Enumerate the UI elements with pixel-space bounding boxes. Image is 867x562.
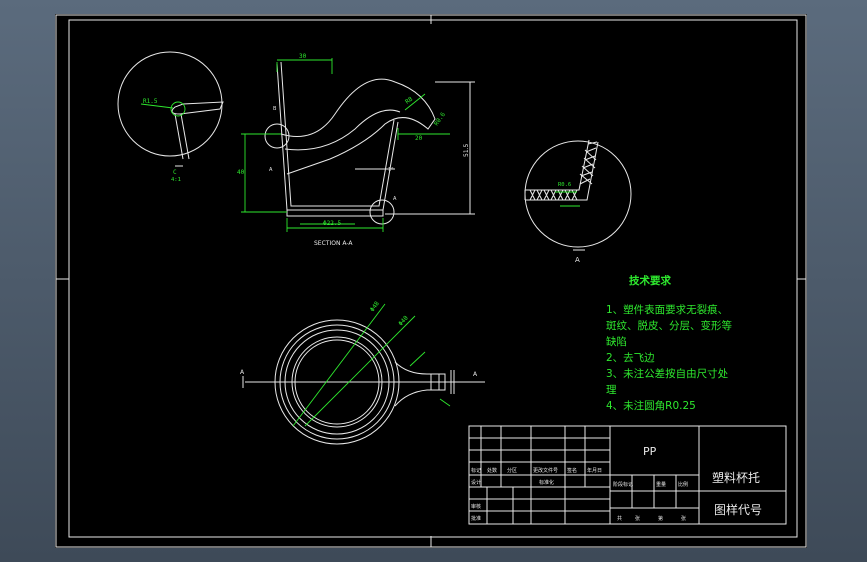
tb-label-design: 设计 xyxy=(471,479,481,486)
dim-top-width: 30 xyxy=(299,53,307,60)
tb-label-scale: 比例 xyxy=(678,481,688,488)
dim-handle-len: 20 xyxy=(415,135,423,142)
technical-requirements: 技术要求 1、塑件表面要求无裂痕、 斑纹、脱皮、分层、变形等 缺陷 2、去飞边 … xyxy=(606,274,732,412)
req-line-2: 斑纹、脱皮、分层、变形等 xyxy=(606,319,732,332)
detail-a-tag: A xyxy=(393,196,397,202)
tb-sheet-total: 共 xyxy=(617,515,622,522)
tb-label-mark: 标记 xyxy=(471,467,481,474)
detail-a-letter: A xyxy=(575,256,580,264)
tb-label-change: 更改文件号 xyxy=(533,467,558,474)
outer-frame xyxy=(55,14,807,548)
detail-a-view: R0.6 A xyxy=(524,139,632,264)
tb-sheet-no: 第 xyxy=(658,515,663,522)
section-label: SECTION A-A xyxy=(314,240,353,247)
req-line-5: 3、未注公差按自由尺寸处 xyxy=(606,367,729,380)
top-view: A A Φ48 Φ40 xyxy=(240,300,485,445)
detail-b-tag: B xyxy=(273,106,277,112)
dim-angle: 1° xyxy=(388,167,394,173)
detail-c-view: R1.5 C 4:1 xyxy=(117,51,224,183)
dim-wall: R0.6 xyxy=(433,111,447,127)
detail-c-scale: 4:1 xyxy=(171,177,181,183)
tb-label-review: 审核 xyxy=(471,503,481,510)
req-line-6: 理 xyxy=(606,384,617,396)
requirements-title: 技术要求 xyxy=(629,274,671,287)
tb-label-count: 处数 xyxy=(487,467,497,474)
section-arrow-tag: A xyxy=(269,167,273,173)
detail-c-letter: C xyxy=(173,169,177,176)
view-marker-left: A xyxy=(240,369,245,376)
tb-label-standard: 标准化 xyxy=(539,479,554,486)
dim-bottom-width: Φ22.5 xyxy=(323,220,341,227)
view-marker-right: A xyxy=(473,371,478,378)
dim-total-height: 51.5 xyxy=(463,143,470,157)
title-block: 标记 处数 分区 更改文件号 签名 年月日 设计 标准化 审核 批准 阶段标记 … xyxy=(468,425,787,525)
tb-sheet-unit-2: 张 xyxy=(681,515,686,522)
tb-label-zone: 分区 xyxy=(507,467,517,474)
tb-label-date: 年月日 xyxy=(587,467,602,474)
dim-dia-inner: Φ40 xyxy=(397,314,410,327)
dim-radius-small: R1.5 xyxy=(143,98,158,105)
req-line-7: 4、未注圆角R0.25 xyxy=(606,399,696,412)
inner-frame xyxy=(68,19,798,538)
tb-label-stage: 阶段标记 xyxy=(613,481,633,488)
cad-viewport[interactable]: R1.5 C 4:1 30 40 Φ22.5 20 R8 R0.6 51.5 1… xyxy=(55,14,807,548)
req-line-3: 缺陷 xyxy=(606,335,627,348)
tb-material: PP xyxy=(643,445,657,458)
dim-height-left: 40 xyxy=(237,169,245,176)
section-view-a-a: 30 40 Φ22.5 20 R8 R0.6 51.5 1° B A A SEC… xyxy=(237,53,475,247)
req-line-4: 2、去飞边 xyxy=(606,352,655,364)
tb-sheet-unit-1: 张 xyxy=(635,515,640,522)
detail-a-dim: R0.6 xyxy=(558,182,571,188)
tb-drawing-code: 图样代号 xyxy=(714,502,762,517)
drawing-canvas: R1.5 C 4:1 30 40 Φ22.5 20 R8 R0.6 51.5 1… xyxy=(55,14,807,548)
tb-label-weight: 重量 xyxy=(656,481,666,488)
tb-label-sign: 签名 xyxy=(567,467,577,474)
req-line-1: 1、塑件表面要求无裂痕、 xyxy=(606,303,728,316)
tb-part-name: 塑料杯托 xyxy=(712,470,760,485)
tb-label-approve: 批准 xyxy=(471,515,481,522)
